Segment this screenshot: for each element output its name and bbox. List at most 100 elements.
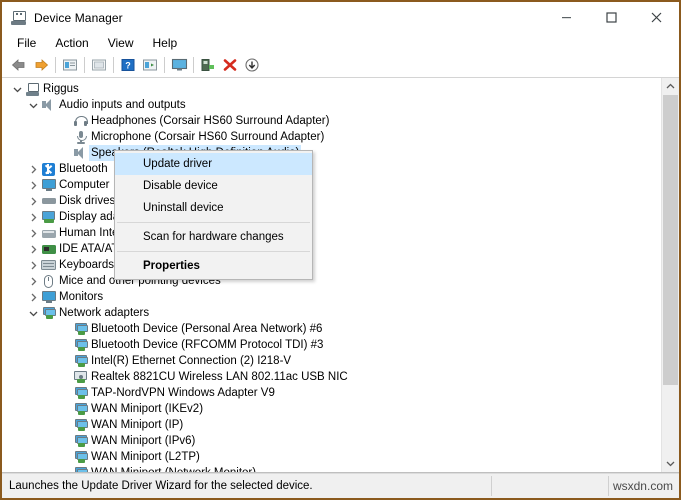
- tree-item[interactable]: Mice and other pointing devices: [2, 273, 662, 289]
- tree-item-icon: [40, 211, 57, 223]
- context-menu-item-label: Properties: [143, 260, 200, 272]
- tree-item-icon: [72, 339, 89, 351]
- window-controls: [544, 2, 679, 33]
- context-menu-item[interactable]: Disable device: [115, 175, 312, 197]
- chevron-right-icon[interactable]: [26, 197, 40, 206]
- chevron-right-icon[interactable]: [26, 181, 40, 190]
- uninstall-device-icon[interactable]: [219, 54, 241, 76]
- tree-item[interactable]: Speakers (Realtek High Definition Audio): [2, 145, 662, 161]
- tree-item-label: Audio inputs and outputs: [59, 99, 186, 111]
- ide-controller-icon: [41, 244, 56, 255]
- tree-item[interactable]: IDE ATA/ATAPI controllers: [2, 241, 662, 257]
- context-menu-item-label: Disable device: [143, 180, 218, 192]
- update-driver-icon[interactable]: [88, 54, 110, 76]
- device-tree: Riggus Audio inputs and outputs Headphones…: [2, 81, 662, 472]
- maximize-button[interactable]: [589, 2, 634, 33]
- tree-item[interactable]: Monitors: [2, 289, 662, 305]
- disable-device-icon[interactable]: [241, 54, 263, 76]
- tree-item-label: Bluetooth: [59, 163, 108, 175]
- context-menu-item[interactable]: Update driver: [115, 153, 312, 175]
- scan-hardware-icon[interactable]: [168, 54, 190, 76]
- menu-bar: File Action View Help: [2, 33, 679, 53]
- tree-item[interactable]: TAP-NordVPN Windows Adapter V9: [2, 385, 662, 401]
- context-menu-item-label: Uninstall device: [143, 202, 224, 214]
- tree-item[interactable]: Realtek 8821CU Wireless LAN 802.11ac USB…: [2, 369, 662, 385]
- chevron-down-icon[interactable]: [10, 86, 24, 93]
- add-legacy-hardware-icon[interactable]: [197, 54, 219, 76]
- properties-icon[interactable]: [59, 54, 81, 76]
- tree-item[interactable]: Bluetooth Device (RFCOMM Protocol TDI) #…: [2, 337, 662, 353]
- context-menu-item[interactable]: Properties: [115, 255, 312, 277]
- tree-item-icon: [40, 244, 57, 255]
- scroll-down-button[interactable]: [662, 455, 679, 472]
- tree-item[interactable]: Microphone (Corsair HS60 Surround Adapte…: [2, 129, 662, 145]
- chevron-down-icon[interactable]: [26, 310, 40, 317]
- back-icon[interactable]: [8, 54, 30, 76]
- tree-item-label: Realtek 8821CU Wireless LAN 802.11ac USB…: [91, 371, 348, 383]
- tree-item-label: Monitors: [59, 291, 104, 303]
- tree-item-icon: [72, 419, 89, 431]
- tree-item-label: Microphone (Corsair HS60 Surround Adapte…: [91, 131, 325, 143]
- tree-item[interactable]: Display adapters: [2, 209, 662, 225]
- toolbar-separator-4: [164, 57, 165, 73]
- tree-item[interactable]: Disk drives: [2, 193, 662, 209]
- menu-file[interactable]: File: [8, 34, 45, 52]
- hid-icon: [41, 228, 56, 239]
- tree-item-label: WAN Miniport (IKEv2): [91, 403, 204, 415]
- minimize-button[interactable]: [544, 2, 589, 33]
- svg-text:?: ?: [125, 61, 131, 71]
- tree-item-icon: [72, 371, 89, 383]
- scroll-up-button[interactable]: [662, 78, 679, 95]
- tree-item[interactable]: WAN Miniport (IP): [2, 417, 662, 433]
- tree-item[interactable]: Riggus: [2, 81, 662, 97]
- tree-item-icon: [40, 228, 57, 239]
- toolbar-separator-2: [84, 57, 85, 73]
- context-menu-item[interactable]: Scan for hardware changes: [115, 226, 312, 248]
- tree-item[interactable]: WAN Miniport (IPv6): [2, 433, 662, 449]
- tree-item[interactable]: Headphones (Corsair HS60 Surround Adapte…: [2, 113, 662, 129]
- toolbar: ?: [2, 53, 679, 78]
- vertical-scrollbar[interactable]: [661, 78, 679, 472]
- chevron-right-icon[interactable]: [26, 293, 40, 302]
- forward-icon[interactable]: [30, 54, 52, 76]
- menu-help[interactable]: Help: [144, 34, 187, 52]
- tree-item-label: WAN Miniport (IP): [91, 419, 184, 431]
- chevron-down-icon[interactable]: [26, 102, 40, 109]
- network-adapter-icon: [74, 435, 88, 447]
- tree-item-icon: [40, 260, 57, 270]
- menu-view[interactable]: View: [99, 34, 143, 52]
- tree-item[interactable]: Computer: [2, 177, 662, 193]
- tree-item-label: Bluetooth Device (RFCOMM Protocol TDI) #…: [91, 339, 324, 351]
- help-icon[interactable]: ?: [117, 54, 139, 76]
- tree-item[interactable]: WAN Miniport (L2TP): [2, 449, 662, 465]
- tree-item-label: Headphones (Corsair HS60 Surround Adapte…: [91, 115, 330, 127]
- scrollbar-thumb[interactable]: [663, 95, 678, 385]
- chevron-right-icon[interactable]: [26, 261, 40, 270]
- menu-action[interactable]: Action: [46, 34, 97, 52]
- tree-item[interactable]: Network adapters: [2, 305, 662, 321]
- context-menu-item[interactable]: Uninstall device: [115, 197, 312, 219]
- tree-item-icon: [72, 435, 89, 447]
- close-button[interactable]: [634, 2, 679, 33]
- tree-item-icon: [72, 323, 89, 335]
- keyboard-icon: [41, 260, 56, 270]
- tree-item[interactable]: Human Interface Devices: [2, 225, 662, 241]
- chevron-right-icon[interactable]: [26, 213, 40, 222]
- network-adapter-icon: [74, 387, 88, 399]
- chevron-right-icon[interactable]: [26, 165, 40, 174]
- tree-item-icon: [72, 130, 89, 144]
- show-hidden-icon[interactable]: [139, 54, 161, 76]
- tree-item[interactable]: Bluetooth Device (Personal Area Network)…: [2, 321, 662, 337]
- chevron-right-icon[interactable]: [26, 277, 40, 286]
- tree-item[interactable]: Intel(R) Ethernet Connection (2) I218-V: [2, 353, 662, 369]
- tree-item[interactable]: Bluetooth: [2, 161, 662, 177]
- tree-item[interactable]: Keyboards: [2, 257, 662, 273]
- tree-item[interactable]: WAN Miniport (IKEv2): [2, 401, 662, 417]
- wireless-adapter-icon: [73, 371, 88, 383]
- tree-item[interactable]: WAN Miniport (Network Monitor): [2, 465, 662, 472]
- tree-item[interactable]: Audio inputs and outputs: [2, 97, 662, 113]
- chevron-right-icon[interactable]: [26, 229, 40, 238]
- tree-item-icon: [72, 115, 89, 127]
- tree-item-icon: [40, 307, 57, 319]
- chevron-right-icon[interactable]: [26, 245, 40, 254]
